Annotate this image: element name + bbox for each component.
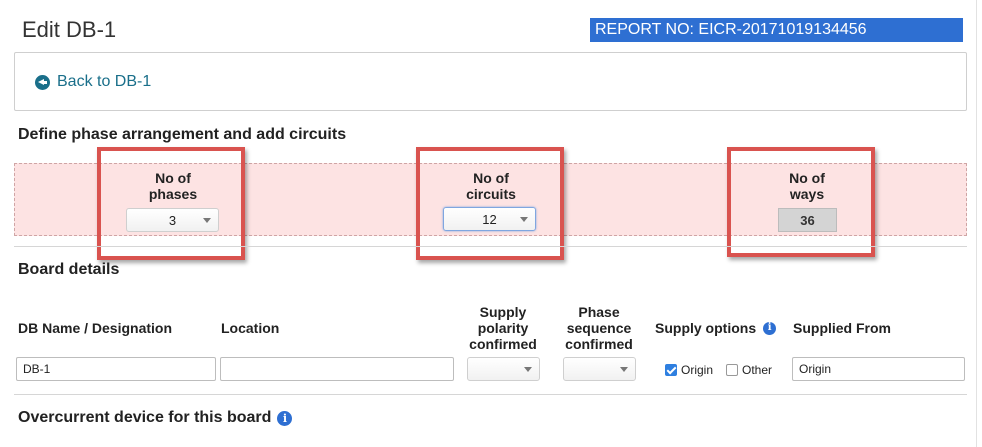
ways-highlight: [727, 147, 875, 257]
right-edge-divider: [976, 0, 977, 447]
polarity-label-line2: polarity: [477, 320, 529, 336]
phases-select-value: 3: [168, 212, 177, 228]
supply-options-column-label: Supply options i: [655, 320, 777, 336]
chevron-down-icon: [520, 217, 528, 222]
report-number-badge: REPORT NO: EICR-20171019134456: [590, 18, 963, 42]
circuits-label-line1: No of: [473, 170, 509, 186]
phase-sequence-column-label: Phase sequence confirmed: [560, 304, 638, 352]
phases-select[interactable]: 3: [126, 208, 219, 232]
arrow-circle-left-icon: [35, 74, 50, 90]
supply-polarity-column-label: Supply polarity confirmed: [465, 304, 541, 352]
ways-label-line2: ways: [789, 186, 825, 202]
section-divider: [14, 246, 967, 247]
supply-polarity-select[interactable]: [467, 357, 540, 381]
sequence-label-line2: sequence: [566, 320, 632, 336]
supply-origin-option[interactable]: Origin: [665, 363, 713, 377]
sequence-label-line1: Phase: [578, 304, 620, 320]
db-name-input[interactable]: [16, 357, 216, 381]
chevron-down-icon: [620, 367, 628, 372]
supply-options-label-text: Supply options: [655, 320, 757, 336]
info-icon[interactable]: i: [277, 410, 293, 426]
origin-checkbox[interactable]: [665, 364, 677, 376]
supplied-from-column-label: Supplied From: [793, 320, 891, 336]
chevron-down-icon: [203, 218, 211, 223]
page-title: Edit DB-1: [22, 17, 117, 42]
circuits-select-value: 12: [482, 211, 497, 227]
phases-label: No of phases: [123, 170, 223, 202]
overcurrent-heading: Overcurrent device for this board i: [18, 409, 293, 427]
back-link[interactable]: Back to DB-1: [35, 73, 151, 91]
other-checkbox-label: Other: [742, 363, 773, 377]
polarity-label-line1: Supply: [479, 304, 527, 320]
phases-highlight: [97, 147, 245, 260]
polarity-label-line3: confirmed: [469, 336, 537, 352]
circuits-highlight: [416, 147, 564, 260]
ways-label: No of ways: [757, 170, 857, 202]
info-icon[interactable]: i: [763, 321, 777, 335]
back-link-label: Back to DB-1: [57, 73, 152, 90]
navigation-panel: Back to DB-1: [14, 52, 967, 111]
origin-checkbox-label: Origin: [681, 363, 714, 377]
db-name-column-label: DB Name / Designation: [18, 320, 173, 336]
sequence-label-line3: confirmed: [565, 336, 633, 352]
ways-label-line1: No of: [789, 170, 825, 186]
phase-sequence-select[interactable]: [563, 357, 636, 381]
section-divider: [14, 394, 967, 395]
location-column-label: Location: [221, 320, 280, 336]
phases-label-line2: phases: [148, 186, 198, 202]
overcurrent-heading-text: Overcurrent device for this board: [18, 409, 272, 426]
supplied-from-input[interactable]: [792, 357, 965, 381]
circuits-label-line2: circuits: [466, 186, 516, 202]
location-input[interactable]: [220, 357, 454, 381]
circuits-label: No of circuits: [441, 170, 541, 202]
other-checkbox[interactable]: [726, 364, 738, 376]
phases-label-line1: No of: [155, 170, 191, 186]
circuits-select[interactable]: 12: [443, 207, 536, 231]
supply-other-option[interactable]: Other: [726, 363, 772, 377]
phase-section-heading: Define phase arrangement and add circuit…: [18, 126, 347, 143]
board-details-heading: Board details: [18, 261, 120, 278]
chevron-down-icon: [524, 367, 532, 372]
ways-readout: 36: [778, 208, 837, 232]
